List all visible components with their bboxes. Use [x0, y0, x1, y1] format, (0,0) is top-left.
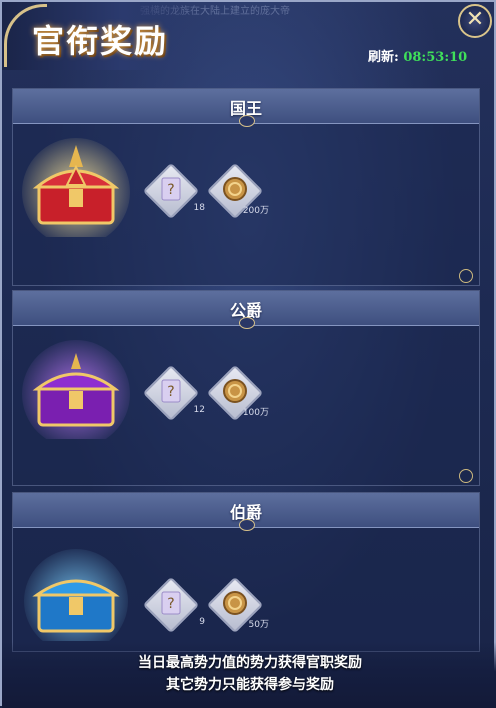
reward-item[interactable]: 50万	[206, 576, 269, 634]
red-treasure-chest-icon[interactable]	[21, 137, 131, 237]
rank-section-earl: 伯爵 ? 9 50万	[12, 492, 480, 652]
gold-coin-icon	[223, 177, 247, 201]
footer-line-2: 其它势力只能获得参与奖励	[166, 677, 334, 693]
svg-text:?: ?	[167, 182, 174, 198]
rank-section-king: 国王 ? 18 200万	[12, 88, 480, 286]
reward-panel: 强横的龙族在大陆上建立的庞大帝 官衔奖励 刷新: 08:53:10 ✕ 国王 ?…	[0, 0, 496, 708]
svg-text:?: ?	[167, 384, 174, 400]
item-count: 9	[199, 617, 205, 627]
item-count: 50万	[248, 620, 269, 630]
scroll-card-icon: ?	[161, 591, 181, 615]
refresh-time: 08:53:10	[403, 50, 468, 65]
blue-treasure-chest-icon[interactable]	[21, 541, 131, 641]
section-header: 伯爵	[13, 493, 479, 531]
section-header: 公爵	[13, 291, 479, 329]
refresh-timer: 刷新: 08:53:10	[368, 46, 467, 65]
reward-item[interactable]: 100万	[206, 364, 269, 422]
header-ornament-icon	[239, 317, 255, 329]
item-count: 100万	[242, 408, 269, 418]
corner-ornament-icon	[459, 469, 473, 483]
reward-item[interactable]: ? 12	[142, 364, 205, 422]
close-icon[interactable]: ✕	[458, 4, 492, 38]
scroll-card-icon: ?	[161, 379, 181, 403]
svg-text:?: ?	[167, 596, 174, 612]
section-header: 国王	[13, 89, 479, 127]
header-ornament-icon	[239, 519, 255, 531]
reward-item[interactable]: 200万	[206, 162, 269, 220]
footer-note: 当日最高势力值的势力获得官职奖励 其它势力只能获得参与奖励	[2, 642, 496, 708]
reward-item[interactable]: ? 9	[142, 576, 205, 634]
refresh-label: 刷新:	[368, 50, 399, 65]
gold-coin-icon	[223, 591, 247, 615]
item-count: 12	[193, 405, 205, 415]
corner-ornament-icon	[459, 269, 473, 283]
header-ornament-icon	[239, 115, 255, 127]
reward-item[interactable]: ? 18	[142, 162, 205, 220]
title-plate: 官衔奖励	[2, 2, 202, 70]
rank-section-duke: 公爵 ? 12 100万	[12, 290, 480, 486]
footer-line-1: 当日最高势力值的势力获得官职奖励	[138, 655, 362, 671]
item-count: 200万	[242, 206, 269, 216]
gold-coin-icon	[223, 379, 247, 403]
purple-treasure-chest-icon[interactable]	[21, 339, 131, 439]
scroll-card-icon: ?	[161, 177, 181, 201]
item-count: 18	[193, 203, 205, 213]
page-title: 官衔奖励	[32, 22, 169, 60]
